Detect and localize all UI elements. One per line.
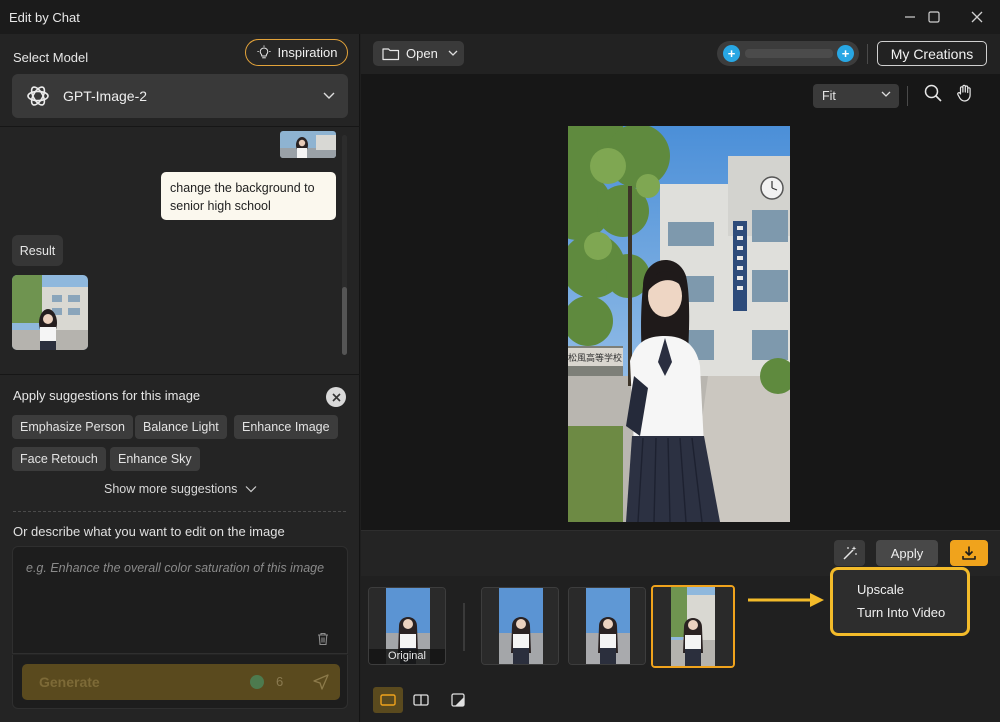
left-panel: Select Model Inspiration GPT-Image-2 cha… <box>0 34 360 722</box>
filmstrip-separator <box>463 603 465 651</box>
lightbulb-icon <box>257 45 270 58</box>
view-mode-bar <box>361 678 1000 722</box>
openai-logo-icon <box>27 86 49 106</box>
trash-icon[interactable] <box>316 631 330 646</box>
top-toolbar: Open + + My Creations <box>361 34 1000 74</box>
scrollbar-thumb[interactable] <box>342 287 347 355</box>
close-window-button[interactable] <box>957 0 997 34</box>
model-name: GPT-Image-2 <box>63 88 148 104</box>
filmstrip-thumb[interactable] <box>568 587 646 665</box>
credit-add-icon[interactable]: + <box>723 45 740 62</box>
generate-area: Generate 6 <box>12 655 348 709</box>
model-select[interactable]: GPT-Image-2 <box>12 74 348 118</box>
chevron-down-icon <box>323 92 335 99</box>
compare-view-button[interactable] <box>443 687 473 713</box>
credit-icon <box>250 675 264 689</box>
single-view-icon <box>380 694 396 706</box>
magic-wand-button[interactable] <box>834 540 865 566</box>
suggestion-chip[interactable]: Face Retouch <box>12 447 106 471</box>
inspiration-label: Inspiration <box>277 45 338 60</box>
prompt-input[interactable]: e.g. Enhance the overall color saturatio… <box>12 546 348 654</box>
describe-label: Or describe what you want to edit on the… <box>13 524 285 539</box>
toolbar-separator <box>907 86 908 106</box>
show-more-suggestions-button[interactable]: Show more suggestions <box>104 482 257 496</box>
generate-label: Generate <box>39 674 100 690</box>
filmstrip-thumb-selected[interactable] <box>651 585 735 668</box>
original-caption: Original <box>369 649 445 664</box>
dashed-divider <box>13 511 346 512</box>
close-suggestions-button[interactable] <box>326 387 346 407</box>
main-preview-image: 松風高等学校 <box>568 126 790 522</box>
image-canvas: Fit 松風高等学校 <box>361 74 1000 530</box>
zoom-value: Fit <box>822 89 836 103</box>
maximize-icon <box>928 11 940 23</box>
chevron-down-icon <box>448 50 458 56</box>
apply-button[interactable]: Apply <box>876 540 938 566</box>
single-view-button[interactable] <box>373 687 403 713</box>
chat-history: change the background to senior high sch… <box>0 129 352 391</box>
add-credits-button[interactable]: + <box>837 45 854 62</box>
arrow-right-icon <box>748 593 824 607</box>
chevron-down-icon <box>881 91 891 97</box>
download-button[interactable] <box>950 540 988 566</box>
close-icon <box>971 11 983 23</box>
credits-pill: + + <box>717 41 859 66</box>
split-view-icon <box>413 694 429 706</box>
credit-cost: 6 <box>276 674 284 689</box>
generate-button[interactable]: Generate 6 <box>22 664 340 700</box>
filmstrip-thumb[interactable] <box>481 587 559 665</box>
window-title: Edit by Chat <box>9 9 80 25</box>
search-zoom-icon[interactable] <box>923 83 943 103</box>
hand-pan-icon[interactable] <box>955 83 975 103</box>
compare-icon <box>451 693 465 707</box>
title-bar: Edit by Chat <box>0 0 1000 34</box>
download-icon <box>962 546 976 560</box>
split-view-button[interactable] <box>406 687 436 713</box>
open-label: Open <box>406 46 438 61</box>
result-image-thumbnail[interactable] <box>12 275 88 350</box>
divider <box>0 374 360 375</box>
filmstrip-original-thumb[interactable]: Original <box>368 587 446 665</box>
school-sign-text: 松風高等学校 <box>568 352 622 364</box>
chevron-down-icon <box>245 486 257 493</box>
magic-wand-icon <box>842 546 857 560</box>
inspiration-button[interactable]: Inspiration <box>245 39 348 66</box>
show-more-label: Show more suggestions <box>104 482 238 496</box>
suggestion-chip[interactable]: Enhance Image <box>234 415 338 439</box>
my-creations-button[interactable]: My Creations <box>877 41 987 66</box>
download-menu: Upscale Turn Into Video <box>830 567 970 636</box>
maximize-button[interactable] <box>914 0 954 34</box>
suggestions-title: Apply suggestions for this image <box>13 388 201 403</box>
user-message-bubble: change the background to senior high sch… <box>161 172 336 220</box>
chat-scrollbar[interactable] <box>342 135 347 355</box>
select-model-label: Select Model <box>13 50 89 65</box>
toolbar-separator <box>867 44 868 64</box>
menu-item-upscale[interactable]: Upscale <box>857 582 904 597</box>
folder-icon <box>382 47 400 60</box>
suggestion-chip[interactable]: Enhance Sky <box>110 447 200 471</box>
open-button[interactable]: Open <box>373 41 464 66</box>
credit-balance-blurred <box>745 49 833 58</box>
zoom-select[interactable]: Fit <box>813 84 899 108</box>
result-label: Result <box>12 235 63 266</box>
divider <box>0 126 360 127</box>
suggestion-chip[interactable]: Emphasize Person <box>12 415 133 439</box>
send-icon <box>313 674 329 690</box>
close-icon <box>331 392 341 402</box>
user-image-thumbnail[interactable] <box>280 131 336 158</box>
suggestion-chip[interactable]: Balance Light <box>135 415 227 439</box>
menu-item-turn-into-video[interactable]: Turn Into Video <box>857 605 945 620</box>
